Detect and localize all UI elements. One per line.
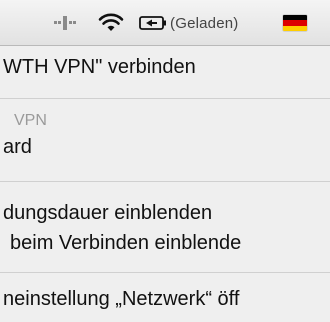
menu-separator	[0, 272, 330, 273]
show-connection-duration-label: dungsdauer einblenden	[3, 202, 213, 224]
connect-vpn-label: WTH VPN" verbinden	[3, 56, 196, 78]
vpn-dropdown-menu: WTH VPN" verbinden VPN ard dungsdauer ei…	[0, 46, 330, 322]
vpn-section-header: VPN	[14, 112, 47, 129]
vpn-configuration-menu-item[interactable]: ard	[0, 136, 330, 166]
menu-separator	[0, 98, 330, 99]
show-status-on-connect-menu-item[interactable]: beim Verbinden einblende	[0, 232, 330, 262]
vpn-status-icon[interactable]	[52, 0, 78, 46]
open-network-preferences-menu-item[interactable]: neinstellung „Netzwerk“ öff	[0, 288, 330, 318]
wifi-icon[interactable]	[96, 0, 126, 46]
menu-bar: (Geladen)	[0, 0, 330, 46]
connect-vpn-menu-item[interactable]: WTH VPN" verbinden	[0, 56, 330, 86]
battery-charging-icon[interactable]	[138, 0, 168, 46]
german-flag-icon[interactable]	[282, 0, 308, 46]
open-network-preferences-label: neinstellung „Netzwerk“ öff	[3, 288, 240, 310]
vpn-configuration-label: ard	[3, 136, 32, 158]
battery-status-text: (Geladen)	[170, 14, 239, 32]
show-connection-duration-menu-item[interactable]: dungsdauer einblenden	[0, 202, 330, 232]
menu-separator	[0, 181, 330, 182]
show-status-on-connect-label: beim Verbinden einblende	[10, 232, 242, 254]
